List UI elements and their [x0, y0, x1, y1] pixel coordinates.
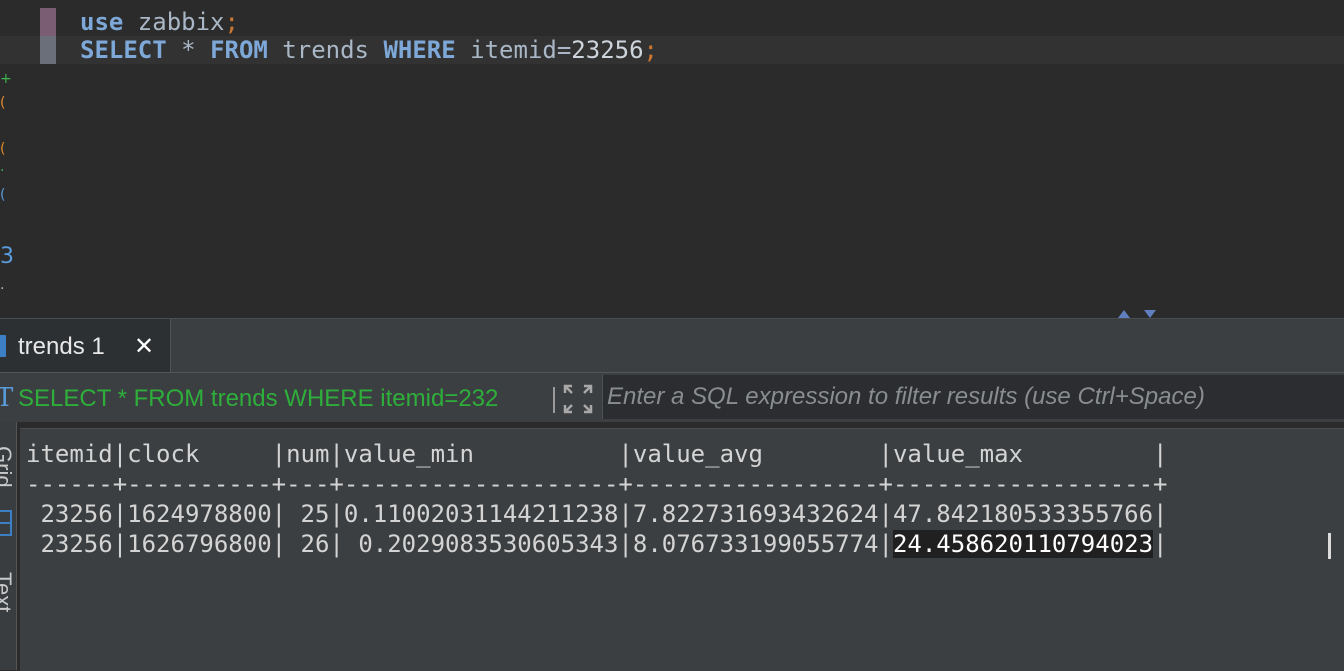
sql-keyword: SELECT	[80, 36, 167, 64]
code-text: SELECT * FROM trends WHERE itemid=23256;	[80, 36, 658, 64]
view-switcher: Grid Text	[0, 422, 17, 670]
grid-view-icon[interactable]	[0, 510, 12, 536]
sql-semicolon: ;	[643, 36, 658, 64]
sql-keyword: FROM	[210, 36, 268, 64]
row-cells: 23256|1626796800| 26| 0.2029083530605343…	[26, 530, 893, 558]
code-text: use zabbix;	[80, 8, 239, 36]
gutter-add-icon: ·	[0, 163, 5, 179]
sql-keyword: use	[80, 8, 124, 36]
code-line-1[interactable]: use zabbix;	[0, 8, 1344, 36]
sql-number: 23256	[571, 36, 644, 64]
expand-icon[interactable]	[562, 383, 594, 415]
sql-identifier: zabbix	[123, 8, 225, 36]
sql-editor[interactable]: + ( ( · ( 3 · use zabbix; SELECT * FROM …	[0, 0, 1344, 318]
text-result-view[interactable]: itemid|clock |num|value_min |value_avg |…	[20, 428, 1344, 671]
sql-text: trends	[267, 36, 384, 64]
panel-resize-handle[interactable]	[1114, 308, 1160, 318]
line-marker	[40, 8, 56, 36]
filter-icon[interactable]: T	[0, 383, 13, 413]
editor-gutter: + ( ( · ( 3 ·	[0, 60, 14, 310]
filter-bar: T SELECT * FROM trends WHERE itemid=232 …	[0, 372, 1344, 423]
close-icon[interactable]: ✕	[132, 334, 156, 358]
selected-cell-value-max: 24.458620110794023	[892, 530, 1154, 558]
row-cell-value-max: 47.842180533355766	[892, 500, 1154, 528]
gutter-dot-icon: ·	[0, 281, 5, 297]
text-separator-row: ------+----------+---+------------------…	[26, 470, 1168, 498]
tab-label: trends 1	[18, 333, 105, 360]
results-area: Grid Text itemid|clock |num|value_min |v…	[0, 422, 1344, 671]
text-header-row: itemid|clock |num|value_min |value_avg |…	[26, 440, 1168, 468]
sql-keyword: WHERE	[383, 36, 456, 64]
row-cells: 23256|1624978800| 25|0.11002031144211238…	[26, 500, 893, 528]
query-text[interactable]: SELECT * FROM trends WHERE itemid=232	[18, 373, 546, 423]
divider	[553, 387, 555, 413]
table-row[interactable]: 23256|1626796800| 26| 0.2029083530605343…	[26, 529, 1168, 559]
gutter-change-icon: (	[0, 95, 6, 111]
text-caret	[1328, 533, 1331, 559]
sql-text: *	[166, 36, 211, 64]
sql-text: itemid=	[455, 36, 572, 64]
gutter-bookmark-icon: 3	[0, 244, 14, 269]
row-end: |	[1153, 500, 1168, 528]
sql-semicolon: ;	[224, 8, 239, 36]
gutter-add-icon: +	[0, 71, 12, 87]
results-tab-bar: trends 1 ✕	[0, 318, 1344, 373]
gutter-info-icon: (	[0, 187, 6, 203]
tab-trends-1[interactable]: trends 1 ✕	[0, 319, 171, 373]
filter-input[interactable]: Enter a SQL expression to filter results…	[602, 375, 1344, 419]
line-marker	[40, 36, 56, 64]
row-end: |	[1153, 530, 1168, 558]
resize-arrows-icon	[1118, 310, 1156, 318]
code-line-2[interactable]: SELECT * FROM trends WHERE itemid=23256;	[0, 36, 1344, 64]
side-tab-text[interactable]: Text	[0, 572, 16, 670]
table-row[interactable]: 23256|1624978800| 25|0.11002031144211238…	[26, 499, 1168, 529]
side-tab-grid[interactable]: Grid	[0, 446, 16, 496]
gutter-change-icon: (	[0, 141, 6, 157]
table-icon	[0, 335, 6, 357]
